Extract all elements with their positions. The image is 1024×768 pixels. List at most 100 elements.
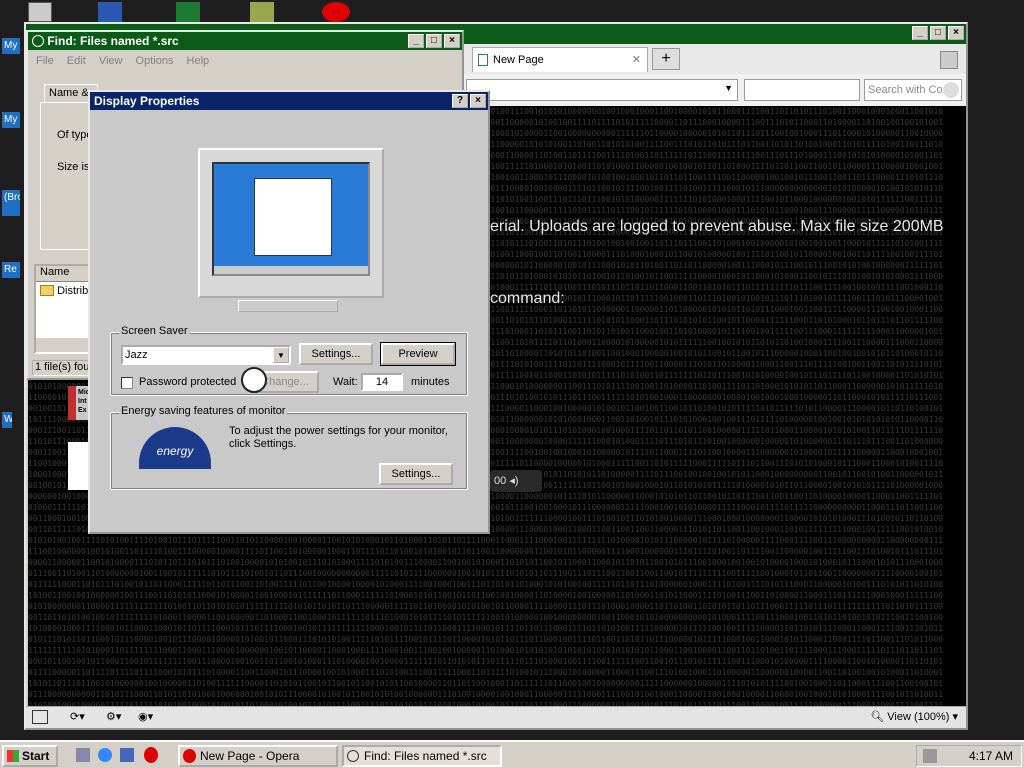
panel-toggle-icon[interactable] [32, 710, 48, 724]
media-control[interactable]: 00 ◂) [490, 470, 542, 492]
maximize-button[interactable]: □ [930, 26, 946, 40]
windows-logo-icon [7, 750, 19, 762]
clock[interactable]: 4:17 AM [969, 749, 1013, 763]
quicklaunch-ie-icon[interactable] [98, 748, 112, 762]
wait-spinner[interactable]: 14 [361, 373, 403, 391]
screen-saver-select[interactable]: Jazz ▼ [121, 345, 291, 365]
dropdown-icon[interactable]: ▼ [724, 83, 733, 93]
screen-saver-settings-button[interactable]: Settings... [299, 343, 373, 365]
energy-text: To adjust the power settings for your mo… [229, 425, 448, 450]
wait-label: Wait: [333, 376, 358, 388]
size-label: Size is [57, 161, 90, 173]
screen-saver-group: Screen Saver Jazz ▼ Settings... Preview … [110, 325, 468, 396]
close-button[interactable]: × [444, 34, 460, 48]
energy-group-label: Energy saving features of monitor [119, 405, 288, 417]
turbo-icon[interactable]: ⚙▾ [106, 710, 121, 723]
zoom-label: View (100%) [887, 711, 950, 723]
password-checkbox[interactable] [121, 377, 133, 389]
find-titlebar[interactable]: Find: Files named *.src _ □ × [28, 32, 462, 50]
screen-saver-group-label: Screen Saver [119, 325, 190, 337]
start-label: Start [22, 749, 50, 763]
search-input[interactable]: Search with Co [864, 79, 962, 101]
menu-edit[interactable]: Edit [67, 55, 86, 67]
menu-file[interactable]: File [36, 55, 54, 67]
quicklaunch-outlook-icon[interactable] [120, 748, 134, 762]
start-button[interactable]: Start [2, 745, 58, 767]
opera-task-icon [183, 749, 196, 763]
desktop-icon-recycle[interactable]: Re [2, 262, 20, 278]
preview-taskbar [214, 266, 368, 274]
menu-view[interactable]: View [99, 55, 123, 67]
task-opera[interactable]: New Page - Opera [178, 745, 338, 767]
quicklaunch-opera-icon[interactable] [144, 747, 158, 763]
desktop-icon-browser[interactable]: (Bro [2, 190, 20, 216]
clock-cursor-icon [241, 367, 267, 393]
wait-value: 14 [375, 376, 389, 388]
help-button[interactable]: ? [452, 94, 468, 108]
preview-button[interactable]: Preview [380, 342, 456, 366]
task-find[interactable]: Find: Files named *.src [342, 745, 502, 767]
system-tray: 4:17 AM [916, 745, 1022, 767]
task-opera-label: New Page - Opera [200, 749, 300, 763]
minimize-button[interactable]: _ [408, 34, 424, 48]
minutes-label: minutes [411, 376, 450, 388]
monitor-base [238, 300, 338, 312]
display-titlebar[interactable]: Display Properties ? × [90, 92, 488, 110]
speed-dial-area [744, 79, 860, 101]
address-input[interactable]: ▼ [466, 79, 738, 101]
sync-icon[interactable]: ◉▾ [138, 710, 153, 723]
add-tab-button[interactable]: + [652, 48, 680, 70]
energy-logo-text: energy [156, 444, 194, 458]
maximize-button[interactable]: □ [426, 34, 442, 48]
window-app-icon[interactable] [28, 2, 52, 22]
dropdown-icon[interactable]: ▼ [273, 347, 289, 363]
preview-window [254, 178, 332, 256]
scheduler-icon[interactable] [250, 2, 274, 22]
screen-saver-value: Jazz [125, 349, 148, 361]
reload-icon[interactable]: ⟳▾ [70, 710, 85, 723]
energy-star-logo: energy [139, 427, 211, 469]
monitor-preview [198, 148, 384, 298]
page-icon [478, 54, 488, 66]
quicklaunch-desktop-icon[interactable] [76, 748, 90, 762]
find-task-icon [347, 750, 359, 762]
desktop-icon-w[interactable]: W [2, 412, 12, 428]
content-line-1: erial. Uploads are logged to prevent abu… [490, 218, 944, 235]
find-title: Find: Files named *.src [47, 34, 179, 48]
media-time: 00 [494, 475, 507, 487]
search-icon[interactable] [943, 82, 959, 98]
folder-icon [40, 285, 54, 296]
password-label: Password protected [139, 376, 237, 388]
find-menubar: File Edit View Options Help [28, 50, 462, 72]
monitor-screen [212, 162, 370, 276]
find-icon [32, 35, 44, 47]
display-properties-dialog: Display Properties ? × Screen Saver Jazz… [88, 90, 490, 534]
desktop-icon-my-documents[interactable]: My I [2, 112, 20, 128]
search-placeholder: Search with Co [868, 84, 943, 96]
tray-network-icon[interactable] [923, 749, 937, 763]
minimize-button[interactable]: _ [912, 26, 928, 40]
tab-new-page[interactable]: New Page ✕ [472, 47, 648, 72]
trash-icon[interactable] [940, 51, 958, 69]
close-button[interactable]: × [470, 94, 486, 108]
menu-help[interactable]: Help [187, 55, 210, 67]
tab-label: New Page [493, 54, 544, 66]
opera-icon[interactable] [322, 2, 350, 22]
ie-logo-stripe [68, 386, 76, 420]
menu-options[interactable]: Options [136, 55, 174, 67]
task-find-label: Find: Files named *.src [364, 749, 487, 763]
taskbar: Start New Page - Opera Find: Files named… [0, 740, 1024, 768]
zoom-icon: 🔍︎ [870, 711, 885, 723]
close-tab-icon[interactable]: ✕ [632, 48, 641, 72]
display-title: Display Properties [94, 94, 200, 108]
energy-settings-button[interactable]: Settings... [379, 463, 453, 485]
find-status: 1 file(s) foun [32, 360, 92, 376]
volume-icon[interactable]: ◂) [509, 475, 518, 487]
opera-status-bar: ⟳▾ ⚙▾ ◉▾ 🔍︎ View (100%) ▾ [26, 706, 966, 728]
outlook-icon[interactable] [98, 2, 122, 22]
excel-icon[interactable] [176, 2, 200, 22]
zoom-control[interactable]: 🔍︎ View (100%) ▾ [870, 710, 958, 723]
energy-group: Energy saving features of monitor energy… [110, 405, 468, 490]
desktop-icon-my-computer[interactable]: My [2, 38, 20, 54]
close-button[interactable]: × [948, 26, 964, 40]
